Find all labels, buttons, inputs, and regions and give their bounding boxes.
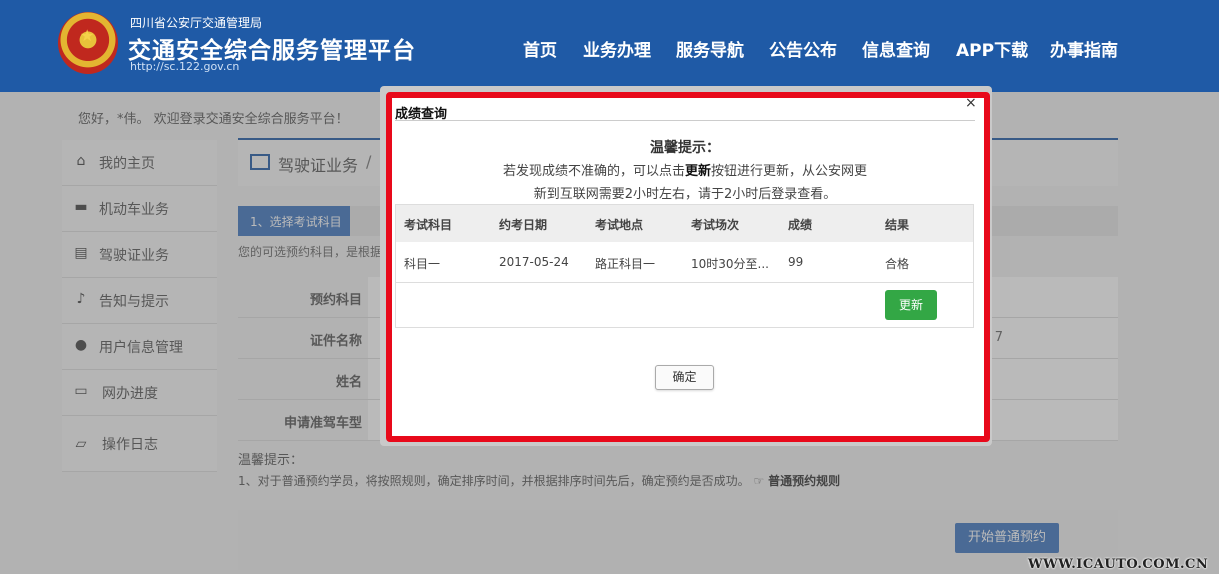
column-header: 结果 xyxy=(885,218,910,232)
table-cell: 合格 xyxy=(885,257,910,271)
close-icon[interactable]: × xyxy=(965,95,977,111)
table-cell: 99 xyxy=(788,255,804,269)
nav-guide[interactable]: 办事指南 xyxy=(1050,36,1118,61)
nav-announcements[interactable]: 公告公布 xyxy=(769,36,837,61)
tip-text: 按钮进行更新，从公安网更 xyxy=(711,164,868,179)
table-row: 科目一 2017-05-24 路正科目一 10时30分至... 99 合格 xyxy=(396,242,973,283)
nav-services[interactable]: 服务导航 xyxy=(676,36,744,61)
title-divider xyxy=(395,120,975,121)
nav-business[interactable]: 业务办理 xyxy=(583,36,651,61)
tip-heading: 温馨提示： xyxy=(650,140,720,156)
site-url: http://sc.122.gov.cn xyxy=(130,60,240,73)
column-header: 考试场次 xyxy=(691,218,740,232)
confirm-button[interactable]: 确定 xyxy=(655,365,714,390)
tip-line-2: 新到互联网需要2小时左右，请于2小时后登录查看。 xyxy=(533,187,837,202)
tip-line-1: 若发现成绩不准确的，可以点击更新按钮进行更新，从公安网更 xyxy=(395,160,975,179)
column-header: 考试科目 xyxy=(404,218,453,232)
column-header: 成绩 xyxy=(788,218,813,232)
table-cell: 10时30分至... xyxy=(691,257,769,271)
emblem-star-icon: ★ xyxy=(80,26,95,45)
table-cell: 科目一 xyxy=(404,257,441,271)
tip-emphasis: 更新 xyxy=(684,164,711,179)
site-header: ★ 四川省公安厅交通管理局 交通安全综合服务管理平台 http://sc.122… xyxy=(0,0,1219,92)
nav-home[interactable]: 首页 xyxy=(523,36,557,61)
nav-info-query[interactable]: 信息查询 xyxy=(862,36,930,61)
watermark: WWW.ICAUTO.COM.CN xyxy=(1028,557,1209,572)
tip-text: 若发现成绩不准确的，可以点击 xyxy=(502,164,685,179)
column-header: 考试地点 xyxy=(595,218,644,232)
update-button[interactable]: 更新 xyxy=(885,290,937,320)
table-header: 考试科目 约考日期 考试地点 考试场次 成绩 结果 xyxy=(396,205,973,242)
table-cell: 路正科目一 xyxy=(595,257,656,271)
table-cell: 2017-05-24 xyxy=(499,255,569,269)
column-header: 约考日期 xyxy=(499,218,548,232)
org-name: 四川省公安厅交通管理局 xyxy=(130,16,263,30)
nav-app-download[interactable]: APP下载 xyxy=(956,36,1028,61)
